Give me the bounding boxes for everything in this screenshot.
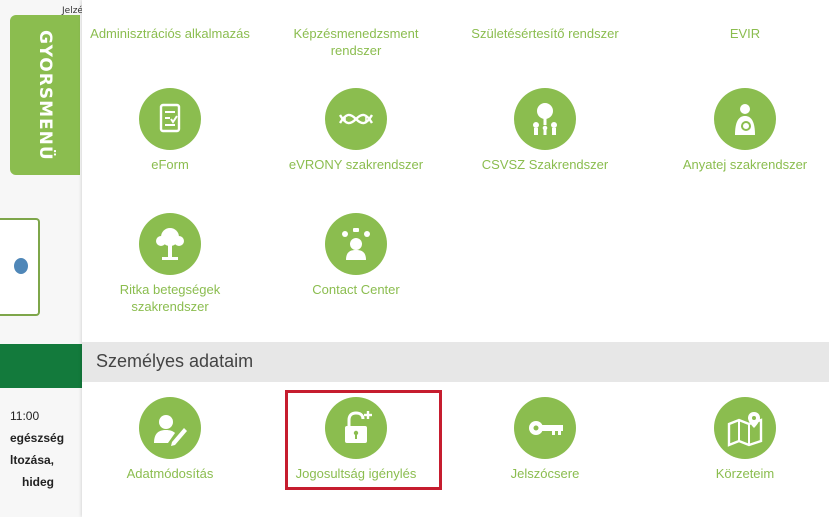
menu-item-label: Körzeteim [715, 466, 775, 481]
background-news-text: 11:00 egészség ltozása, hideg [10, 405, 64, 493]
user-edit-icon [139, 397, 201, 459]
section-title: Személyes adataim [96, 351, 254, 371]
quick-menu-tab[interactable]: GYORSMENÜ [10, 15, 80, 175]
menu-item-jelszocsere[interactable]: Jelszócsere [457, 397, 633, 482]
family-tree-icon [514, 88, 576, 150]
menu-item-adatmodositas[interactable]: Adatmódosítás [82, 397, 258, 482]
menu-item-label: Képzésmenedzsment rendszer [293, 26, 419, 58]
news-line-1: egészség [10, 431, 65, 445]
menu-item-label: Adatmódosítás [126, 466, 214, 481]
background-thumbnail [0, 218, 40, 316]
menu-item-ritka[interactable]: Ritka betegségek szakrendszer [82, 213, 258, 315]
menu-item-eform[interactable]: eForm [82, 88, 258, 173]
menu-item-label: Contact Center [312, 282, 400, 297]
contact-icon [325, 213, 387, 275]
menu-item-csvsz[interactable]: CSVSZ Szakrendszer [457, 88, 633, 173]
form-icon [139, 88, 201, 150]
menu-item-korzeteim[interactable]: Körzeteim [657, 397, 829, 482]
background-green-bar [0, 344, 90, 388]
menu-item-szuletes[interactable]: Születésértesítő rendszer [457, 25, 633, 42]
menu-item-evir[interactable]: EVIR [657, 25, 829, 42]
map-pin-icon [714, 397, 776, 459]
menu-item-anyatej[interactable]: Anyatej szakrendszer [650, 88, 829, 173]
tree-icon [139, 213, 201, 275]
menu-item-label: eForm [151, 157, 189, 172]
breastfeeding-icon [714, 88, 776, 150]
thumbnail-graphic [14, 258, 28, 274]
menu-item-label: Születésértesítő rendszer [471, 26, 619, 41]
dna-icon [325, 88, 387, 150]
menu-item-label: CSVSZ Szakrendszer [481, 157, 609, 172]
menu-item-label: eVRONY szakrendszer [288, 157, 424, 172]
menu-item-admin[interactable]: Adminisztrációs alkalmazás [82, 25, 258, 42]
highlight-box [285, 390, 442, 490]
quick-menu-panel: Adminisztrációs alkalmazás Képzésmenedzs… [82, 0, 829, 517]
menu-item-label: Ritka betegségek szakrendszer [119, 282, 221, 314]
news-time: 11:00 [10, 409, 40, 423]
menu-item-contact[interactable]: Contact Center [268, 213, 444, 298]
quick-menu-label: GYORSMENÜ [35, 29, 55, 161]
menu-item-label: EVIR [729, 26, 761, 41]
menu-item-label: Adminisztrációs alkalmazás [90, 26, 250, 41]
section-header: Személyes adataim [82, 342, 829, 382]
menu-item-kepzes[interactable]: Képzésmenedzsment rendszer [268, 25, 444, 59]
key-icon [514, 397, 576, 459]
news-line-3: hideg [22, 475, 54, 489]
news-line-2: ltozása, [10, 453, 55, 467]
menu-item-label: Anyatej szakrendszer [682, 157, 808, 172]
menu-item-evrony[interactable]: eVRONY szakrendszer [268, 88, 444, 173]
menu-item-label: Jelszócsere [510, 466, 580, 481]
